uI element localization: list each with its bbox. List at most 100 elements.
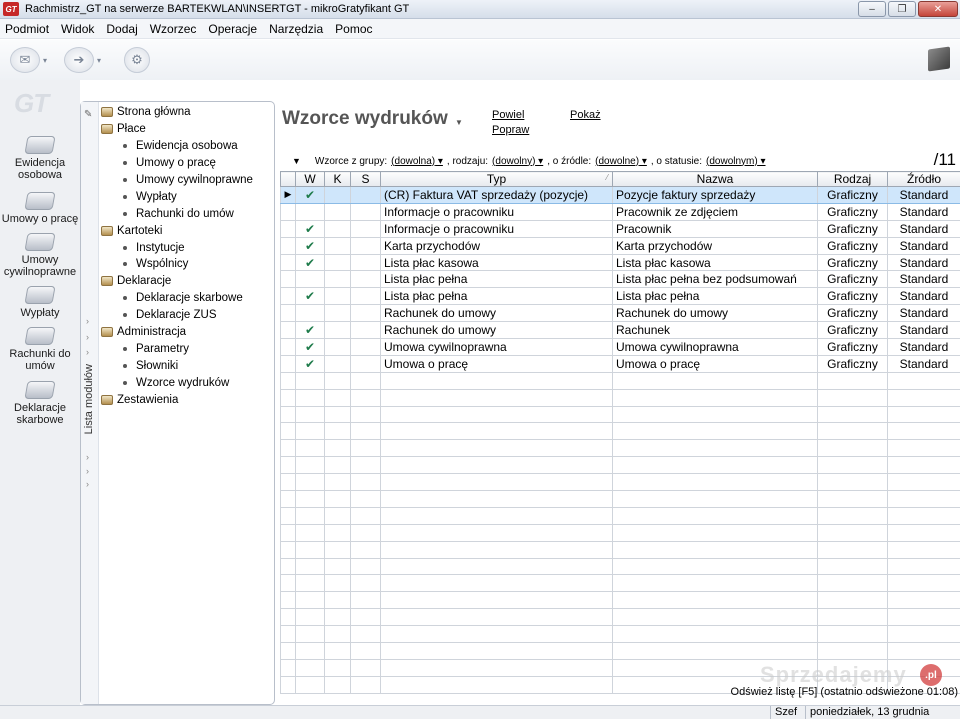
table-row[interactable]: ✔ Lista płac pełna Lista płac pełna Graficz… [280, 287, 960, 306]
maximize-button[interactable]: ❐ [888, 1, 916, 17]
table-row[interactable] [280, 422, 960, 441]
tree-item[interactable]: Słowniki [101, 357, 273, 374]
tree-item[interactable]: Ewidencja osobowa [101, 138, 273, 155]
cell-s [350, 304, 381, 323]
menu-widok[interactable]: Widok [61, 22, 94, 36]
tree-item[interactable]: Instytucje [101, 239, 273, 256]
sidebar-item-wyplaty[interactable]: Wypłaty [0, 286, 80, 319]
menu-wzorzec[interactable]: Wzorzec [150, 22, 197, 36]
column-header-k[interactable]: K [324, 171, 351, 187]
table-row[interactable] [280, 371, 960, 390]
column-header-typ[interactable]: Typ ⁄ [380, 171, 613, 187]
table-row[interactable]: ✔ Informacje o pracowniku Pracownik Graficz… [280, 219, 960, 238]
table-row[interactable]: ✔ Lista płac kasowa Lista płac kasowa Grafi… [280, 253, 960, 272]
chevron-right-icon[interactable]: › [86, 347, 89, 357]
tree-item[interactable]: Umowy o pracę [101, 155, 273, 172]
cube-icon[interactable] [928, 46, 950, 72]
chevron-right-icon[interactable]: › [86, 332, 89, 342]
table-row[interactable]: Rachunek do umowy Rachunek do umowy Grafic… [280, 304, 960, 323]
table-row[interactable]: ✔ Rachunek do umowy Rachunek Graficzny Stand… [280, 321, 960, 340]
tree-item[interactable]: Deklaracje skarbowe [101, 290, 273, 307]
minimize-button[interactable]: – [858, 1, 886, 17]
tree-item[interactable]: Parametry [101, 340, 273, 357]
table-row[interactable] [280, 456, 960, 475]
column-header-zrodlo[interactable]: Źródło [887, 171, 960, 187]
menu-podmiot[interactable]: Podmiot [5, 22, 49, 36]
table-row[interactable] [280, 523, 960, 542]
sidebar-item-umowy-o-prace[interactable]: Umowy o pracę [0, 192, 80, 225]
tree-item[interactable]: Deklaracje ZUS [101, 307, 273, 324]
table-row[interactable] [280, 591, 960, 610]
table-row[interactable] [280, 473, 960, 492]
sidebar-item-umowy-cywilnoprawne[interactable]: Umowy cywilnoprawne [0, 233, 80, 278]
table-row[interactable] [280, 625, 960, 644]
tree-item[interactable]: Strona główna [101, 104, 273, 121]
tree-item[interactable]: Wzorce wydruków [101, 374, 273, 391]
table-row[interactable]: ✔ Karta przychodów Karta przychodów Graficz… [280, 236, 960, 255]
table-row[interactable] [280, 490, 960, 508]
menu-narzedzia[interactable]: Narzędzia [269, 22, 323, 36]
tree-item[interactable]: Administracja [101, 324, 273, 341]
chevron-right-icon[interactable]: › [86, 479, 89, 489]
page-title[interactable]: Wzorce wydruków [282, 108, 448, 130]
sidebar-item-deklaracje[interactable]: Deklaracje skarbowe [0, 381, 80, 426]
tree-item[interactable]: Wypłaty [101, 188, 273, 205]
tree-item[interactable]: Deklaracje [101, 273, 273, 290]
chevron-right-icon[interactable]: › [86, 316, 89, 326]
pin-icon[interactable]: ✎ [84, 109, 92, 120]
column-header-indicator [280, 171, 296, 187]
table-row[interactable]: ✔ Umowa o pracę Umowa o pracę Graficzny Stan… [280, 354, 960, 373]
title-dropdown-icon[interactable]: ▼ [455, 118, 463, 127]
table-row[interactable] [280, 388, 960, 407]
table-row[interactable] [280, 574, 960, 593]
tree-item[interactable]: Umowy cywilnoprawne [101, 172, 273, 189]
tree-item[interactable]: Wspólnicy [101, 256, 273, 273]
tree-item[interactable]: Kartoteki [101, 222, 273, 239]
filter-collapse-icon[interactable]: ▼ [292, 156, 301, 166]
table-row[interactable]: ✔ Umowa cywilnoprawna Umowa cywilnoprawna G… [280, 338, 960, 356]
menu-operacje[interactable]: Operacje [208, 22, 257, 36]
chevron-right-icon[interactable]: › [86, 466, 89, 476]
column-header-rodzaj[interactable]: Rodzaj [817, 171, 888, 187]
filter-grupy-select[interactable]: (dowolna) [391, 156, 443, 167]
table-row[interactable]: Informacje o pracowniku Pracownik ze zdję… [280, 202, 960, 221]
tree-item[interactable]: Płace [101, 121, 273, 138]
table-row[interactable]: Lista płac pełna Lista płac pełna bez pod… [280, 270, 960, 289]
chevron-right-icon[interactable]: › [86, 452, 89, 462]
menu-pomoc[interactable]: Pomoc [335, 22, 372, 36]
table-row[interactable] [280, 608, 960, 627]
row-indicator [280, 321, 296, 340]
powiel-link[interactable]: Powiel [492, 109, 524, 121]
table-row[interactable] [280, 405, 960, 424]
table-row[interactable] [280, 557, 960, 576]
table-row[interactable] [280, 540, 960, 559]
cell-typ [380, 388, 613, 407]
sidebar-item-rachunki[interactable]: Rachunki do umów [0, 327, 80, 372]
tree-item[interactable]: Zestawienia [101, 391, 273, 408]
chevron-down-icon[interactable]: ▾ [97, 56, 101, 65]
forward-button[interactable]: ➔ ▾ [64, 46, 101, 74]
filter-zrodlo-select[interactable]: (dowolne) [595, 156, 647, 167]
tool-button[interactable]: ⚙ [124, 46, 150, 74]
table-row[interactable]: ▶ ✔ (CR) Faktura VAT sprzedaży (pozycje) Po… [280, 186, 960, 204]
table-row[interactable] [280, 642, 960, 660]
column-header-s[interactable]: S [350, 171, 381, 187]
column-header-w[interactable]: W [295, 171, 325, 187]
tree-item[interactable]: Rachunki do umów [101, 205, 273, 222]
cell-w [295, 506, 325, 525]
menu-dodaj[interactable]: Dodaj [106, 22, 137, 36]
table-row[interactable] [280, 439, 960, 458]
column-header-nazwa[interactable]: Nazwa [612, 171, 818, 187]
sidebar-item-ewidencja[interactable]: Ewidencja osobowa [0, 136, 80, 181]
back-button[interactable]: ✉ ▾ [10, 46, 47, 74]
cell-w [295, 540, 325, 559]
popraw-link[interactable]: Popraw [492, 124, 529, 136]
chevron-down-icon[interactable]: ▾ [43, 56, 47, 65]
filter-status-select[interactable]: (dowolnym) [706, 156, 766, 167]
module-list-label[interactable]: Lista modułów [83, 364, 95, 434]
close-button[interactable]: ✕ [918, 1, 958, 17]
pokaz-link[interactable]: Pokaż [570, 109, 601, 121]
cell-w [295, 473, 325, 492]
table-row[interactable] [280, 506, 960, 525]
filter-rodzaj-select[interactable]: (dowolny) [492, 156, 543, 167]
